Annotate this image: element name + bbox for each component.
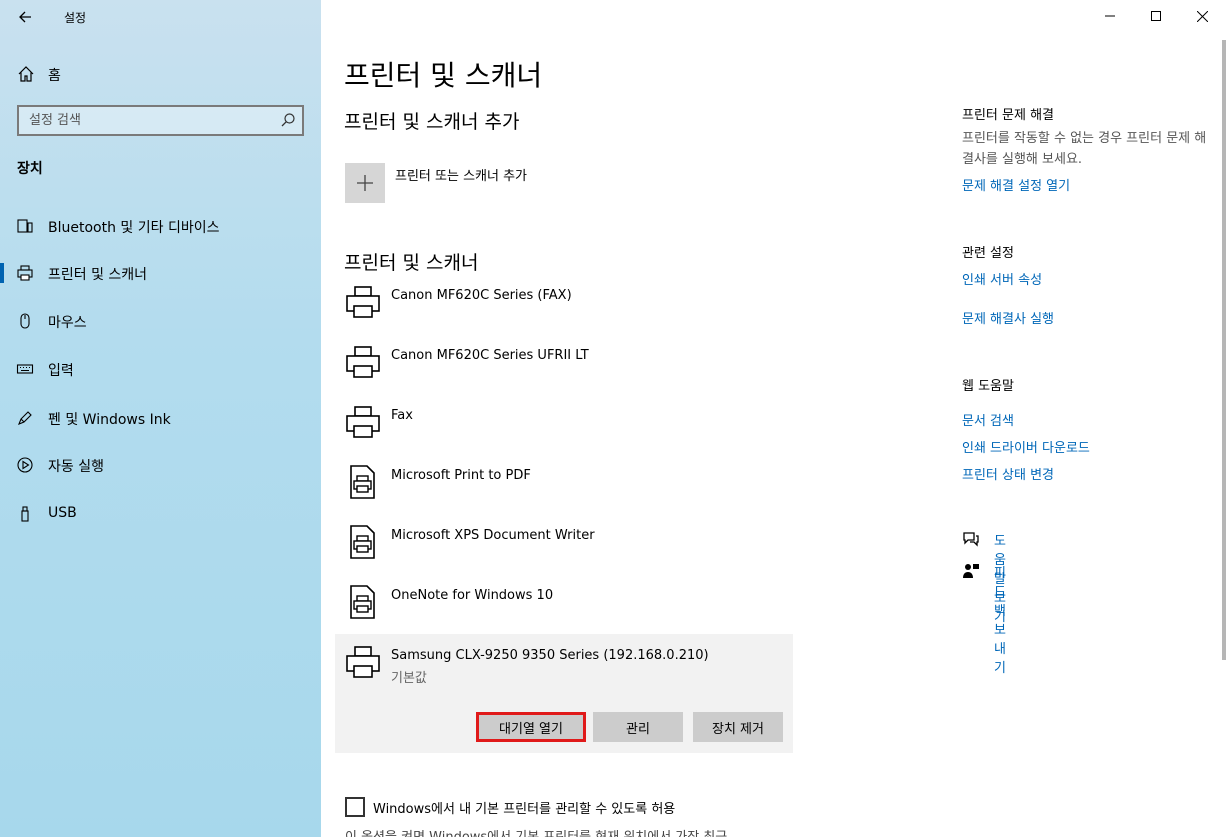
printer-list-item[interactable]: Canon MF620C Series (FAX) (335, 280, 793, 340)
printer-document-icon (350, 585, 375, 619)
printer-name: OneNote for Windows 10 (391, 588, 554, 603)
sidebar-item-typing[interactable]: 입력 (0, 349, 321, 389)
add-section-title: 프린터 및 스캐너 추가 (344, 111, 520, 133)
page-title: 프린터 및 스캐너 (344, 59, 543, 92)
app-title: 설정 (64, 11, 87, 25)
troubleshoot-title: 프린터 문제 해결 (962, 108, 1054, 123)
selection-indicator (0, 263, 4, 283)
manage-button[interactable]: 관리 (593, 712, 683, 742)
feedback-icon (963, 564, 979, 578)
printer-name: Fax (391, 408, 413, 423)
mouse-icon (20, 313, 30, 329)
sidebar-item-label: USB (48, 505, 77, 521)
printer-icon (346, 346, 380, 378)
autoplay-icon (17, 457, 33, 473)
back-arrow-icon (19, 11, 31, 23)
printer-name: Microsoft XPS Document Writer (391, 528, 595, 543)
printer-icon (346, 406, 380, 438)
sidebar-item-label: 프린터 및 스캐너 (48, 267, 148, 283)
printer-list-item[interactable]: Canon MF620C Series UFRII LT (335, 340, 793, 400)
back-button[interactable] (8, 2, 42, 32)
sidebar-item-mouse[interactable]: 마우스 (0, 301, 321, 341)
sidebar-item-printers[interactable]: 프린터 및 스캐너 (0, 253, 321, 293)
printers-section-title: 프린터 및 스캐너 (344, 252, 479, 274)
sidebar-item-label: Bluetooth 및 기타 디바이스 (48, 220, 220, 236)
home-icon (18, 66, 34, 82)
nav-home[interactable]: 홈 (0, 58, 321, 90)
printer-list-item[interactable]: Microsoft XPS Document Writer (335, 520, 793, 580)
settings-search-box[interactable] (17, 105, 304, 136)
printer-document-icon (350, 525, 375, 559)
web-help-title: 웹 도움말 (962, 379, 1014, 394)
settings-search-input[interactable] (19, 107, 269, 134)
send-feedback-label: 피드백 보내기 (994, 566, 1006, 676)
download-driver-link[interactable]: 인쇄 드라이버 다운로드 (962, 437, 1090, 456)
printer-icon (346, 286, 380, 318)
home-label: 홈 (48, 68, 61, 84)
remove-device-button[interactable]: 장치 제거 (693, 712, 783, 742)
printer-name: Microsoft Print to PDF (391, 468, 531, 483)
related-rail: 프린터 문제 해결 프린터를 작동할 수 없는 경우 프린터 문제 해결사를 실… (962, 0, 1222, 837)
printer-list-item[interactable]: Fax (335, 400, 793, 460)
sidebar-item-bluetooth[interactable]: Bluetooth 및 기타 디바이스 (0, 206, 321, 246)
sidebar-item-label: 마우스 (48, 315, 87, 331)
sidebar-item-label: 펜 및 Windows Ink (48, 412, 171, 428)
printer-name: Canon MF620C Series (FAX) (391, 288, 572, 303)
printer-name: Canon MF620C Series UFRII LT (391, 348, 589, 363)
search-icon[interactable] (280, 112, 296, 128)
scrollbar[interactable] (1222, 40, 1226, 660)
open-queue-button[interactable]: 대기열 열기 (476, 712, 586, 742)
printer-list-item[interactable]: Microsoft Print to PDF (335, 460, 793, 520)
related-settings-title: 관련 설정 (962, 246, 1014, 261)
run-troubleshooter-link[interactable]: 문제 해결사 실행 (962, 308, 1054, 327)
bluetooth-devices-icon (17, 219, 33, 233)
section-label-devices: 장치 (17, 161, 43, 177)
pen-icon (18, 411, 32, 425)
printer-list-item-selected[interactable]: Samsung CLX-9250 9350 Series (192.168.0.… (335, 634, 793, 753)
title-bar: 설정 (0, 0, 321, 34)
checkbox-box[interactable] (345, 797, 365, 817)
troubleshoot-description: 프린터를 작동할 수 없는 경우 프린터 문제 해결사를 실행해 보세요. (962, 131, 1207, 167)
usb-icon (21, 506, 29, 522)
sidebar: 설정 홈 장치 Bluetooth 및 기타 디바이스 프린터 및 스캐너 마우… (0, 0, 321, 837)
printer-icon (346, 646, 380, 678)
main-content: 프린터 및 스캐너 프린터 및 스캐너 추가 프린터 또는 스캐너 추가 프린터… (321, 0, 1227, 837)
change-printer-status-link[interactable]: 프린터 상태 변경 (962, 464, 1054, 483)
sidebar-item-autoplay[interactable]: 자동 실행 (0, 445, 321, 485)
printer-default-status: 기본값 (391, 671, 427, 686)
sidebar-item-usb[interactable]: USB (0, 494, 321, 534)
sidebar-item-pen[interactable]: 펜 및 Windows Ink (0, 398, 321, 438)
keyboard-icon (16, 364, 34, 374)
search-docs-link[interactable]: 문서 검색 (962, 410, 1014, 429)
add-printer-label[interactable]: 프린터 또는 스캐너 추가 (395, 165, 527, 184)
open-troubleshoot-link[interactable]: 문제 해결 설정 열기 (962, 175, 1070, 194)
print-server-properties-link[interactable]: 인쇄 서버 속성 (962, 269, 1042, 288)
sidebar-item-label: 입력 (48, 363, 74, 379)
help-chat-icon (963, 532, 979, 547)
printer-icon (17, 265, 33, 281)
printer-list-item[interactable]: OneNote for Windows 10 (335, 580, 793, 640)
add-printer-button[interactable] (345, 163, 385, 203)
printer-name: Samsung CLX-9250 9350 Series (192.168.0.… (391, 648, 709, 663)
checkbox-label: Windows에서 내 기본 프린터를 관리할 수 있도록 허용 (373, 802, 676, 817)
printer-document-icon (350, 465, 375, 499)
plus-icon (357, 175, 373, 191)
checkbox-description: 이 옵션을 켜면 Windows에서 기본 프린터를 현재 위치에서 가장 최근 (345, 826, 727, 837)
sidebar-item-label: 자동 실행 (48, 459, 104, 475)
